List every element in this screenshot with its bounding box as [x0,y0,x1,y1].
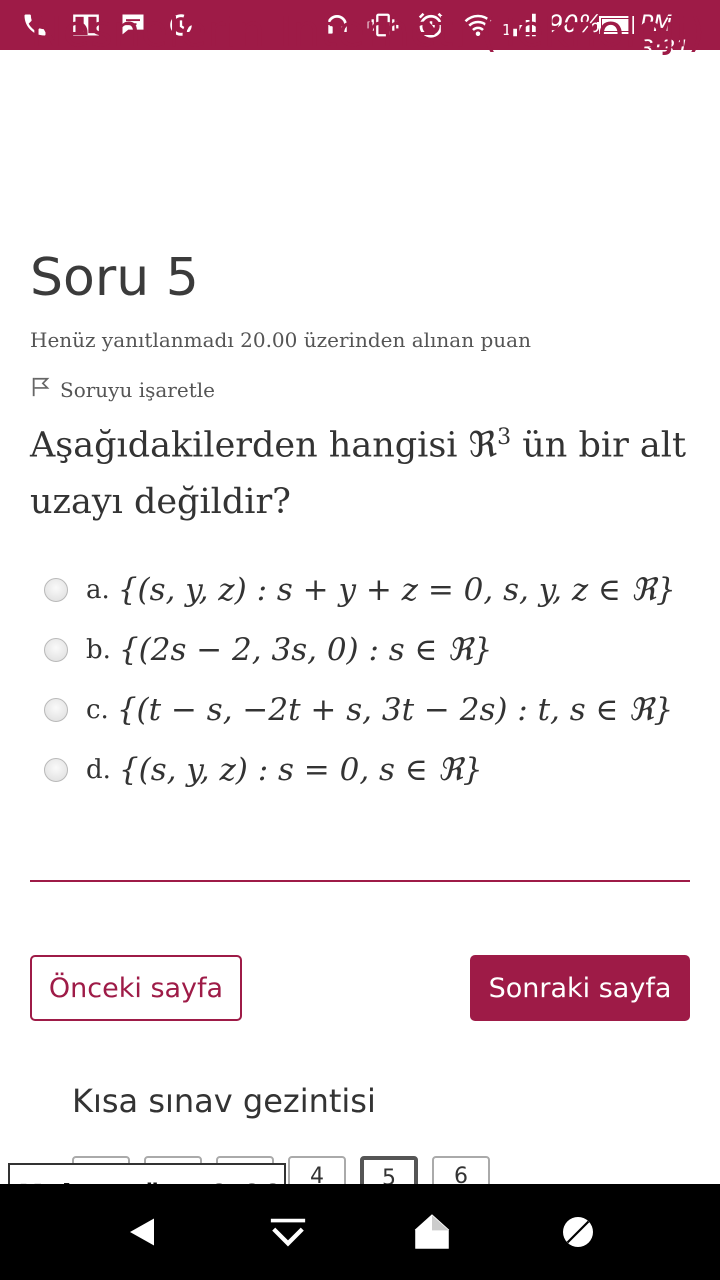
question-symbol: ℜ [468,425,498,466]
question-meta: Henüz yanıtlanmadı 20.00 üzerinden alına… [30,328,531,352]
home-icon[interactable] [410,1210,454,1254]
option-a[interactable]: a. {(s, y, z) : s + y + z = 0, s, y, z ∈… [44,572,676,608]
recent-apps-icon[interactable] [556,1210,600,1254]
radio-button[interactable] [44,578,68,602]
radio-button[interactable] [44,638,68,662]
option-letter: b. [86,635,111,665]
quiz-navigation-title: Kısa sınav gezintisi [72,1082,376,1120]
keyboard-hide-icon[interactable] [266,1210,310,1254]
flag-label: Soruyu işaretle [60,377,215,402]
back-icon[interactable] [120,1210,164,1254]
option-math: {(s, y, z) : s = 0, s ∈ ℜ} [118,752,483,788]
option-math: {(t − s, −2t + s, 3t − 2s) : t, s ∈ ℜ} [116,692,674,728]
radio-button[interactable] [44,698,68,722]
question-title: Soru 5 [30,248,199,308]
course-heading-text: Nesnelerin İnterneti (Teknoloji) [30,16,705,57]
flag-icon [30,376,52,403]
option-d[interactable]: d. {(s, y, z) : s = 0, s ∈ ℜ} [44,752,483,788]
section-divider [30,880,690,882]
option-letter: a. [86,575,110,605]
system-navigation-bar [0,1184,720,1280]
option-math: {(2s − 2, 3s, 0) : s ∈ ℜ} [118,632,493,668]
option-letter: d. [86,755,111,785]
option-b[interactable]: b. {(2s − 2, 3s, 0) : s ∈ ℜ} [44,632,492,668]
option-c[interactable]: c. {(t − s, −2t + s, 3t − 2s) : t, s ∈ ℜ… [44,692,673,728]
question-superscript: 3 [497,425,512,450]
radio-button[interactable] [44,758,68,782]
next-page-button[interactable]: Sonraki sayfa [470,955,690,1021]
course-heading-clipped: Nesnelerin İnterneti (Teknoloji) [30,16,710,62]
option-letter: c. [86,695,109,725]
previous-page-button[interactable]: Önceki sayfa [30,955,242,1021]
option-math: {(s, y, z) : s + y + z = 0, s, y, z ∈ ℜ} [117,572,676,608]
question-text-part1: Aşağıdakilerden hangisi [30,425,469,466]
flag-question-link[interactable]: Soruyu işaretle [30,376,215,403]
question-text: Aşağıdakilerden hangisi ℜ3 ün bir alt uz… [30,410,690,530]
